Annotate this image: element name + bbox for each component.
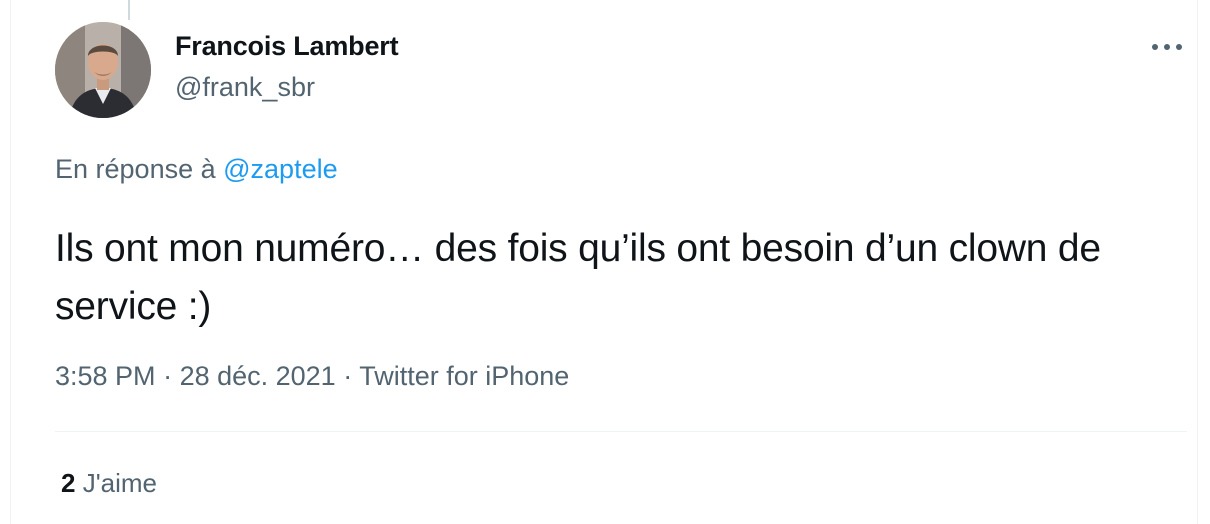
avatar-image — [55, 22, 151, 118]
likes-label: J'aime — [82, 468, 158, 498]
tweet-time-link[interactable]: 3:58 PM — [55, 361, 156, 391]
likes-link[interactable]: 2 J'aime — [61, 468, 157, 499]
tweet-date-link[interactable]: 28 déc. 2021 — [180, 361, 336, 391]
reply-context: En réponse à @zaptele — [55, 154, 338, 185]
more-options-button[interactable] — [1147, 32, 1187, 62]
meta-separator: · — [335, 361, 360, 391]
author-handle[interactable]: @frank_sbr — [175, 72, 315, 103]
reply-prefix: En réponse à — [55, 154, 224, 184]
more-horizontal-icon — [1152, 44, 1182, 50]
reply-to-handle-link[interactable]: @zaptele — [223, 154, 337, 184]
tweet-metadata: 3:58 PM · 28 déc. 2021 · Twitter for iPh… — [55, 361, 569, 392]
thread-connector-line — [128, 0, 130, 20]
divider — [55, 431, 1187, 432]
author-name[interactable]: Francois Lambert — [175, 31, 399, 62]
avatar[interactable] — [55, 22, 151, 118]
meta-separator: · — [155, 361, 180, 391]
tweet-text: Ils ont mon numéro… des fois qu’ils ont … — [55, 227, 1101, 328]
likes-count: 2 — [61, 468, 76, 498]
tweet-card: Francois Lambert @frank_sbr En réponse à… — [10, 0, 1198, 524]
tweet-source-link[interactable]: Twitter for iPhone — [359, 361, 569, 391]
